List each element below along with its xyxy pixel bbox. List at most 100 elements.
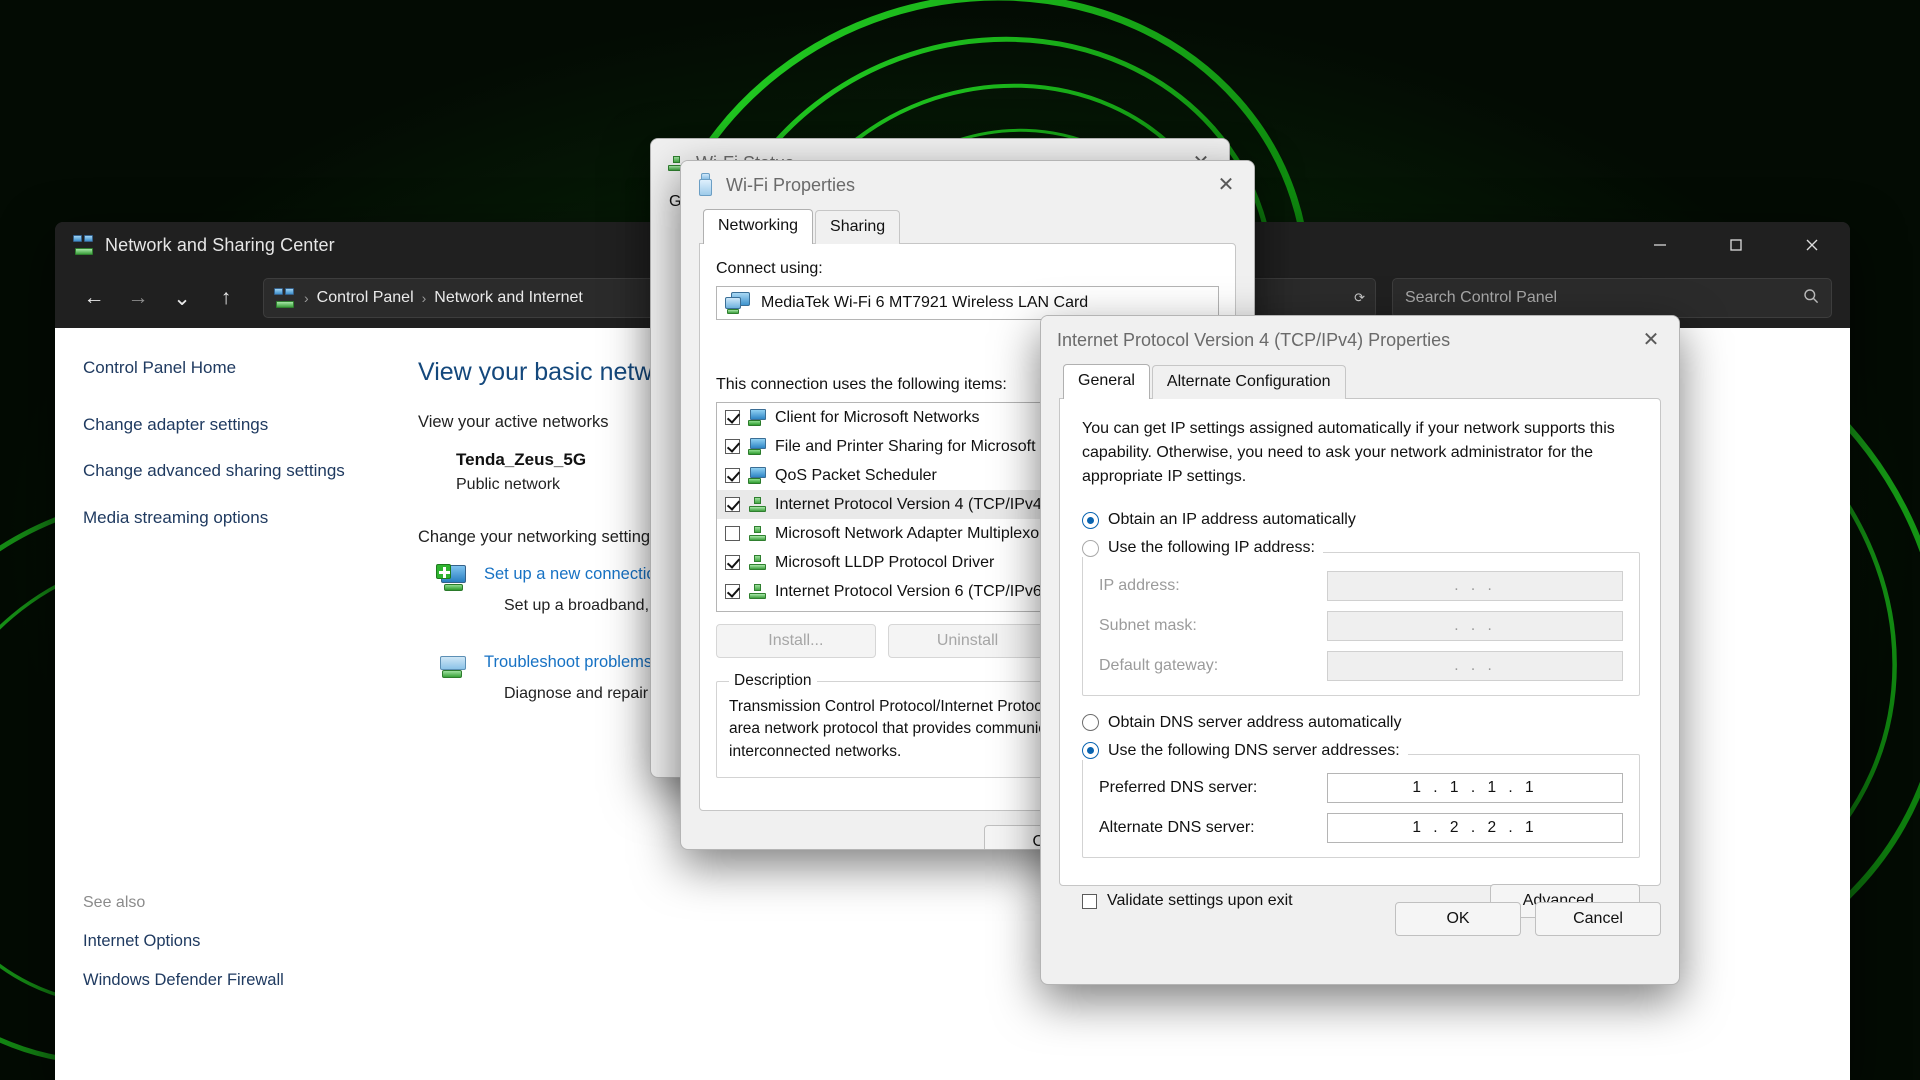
- tab-alternate-configuration[interactable]: Alternate Configuration: [1151, 365, 1346, 399]
- item-checkbox[interactable]: [725, 555, 740, 570]
- network-client-icon: [748, 409, 767, 426]
- see-also-item-windows-defender-firewall[interactable]: Windows Defender Firewall: [83, 971, 363, 990]
- window-title: Network and Sharing Center: [105, 234, 335, 255]
- search-icon[interactable]: [1803, 288, 1819, 309]
- preferred-dns-label: Preferred DNS server:: [1099, 779, 1258, 796]
- radio-indicator[interactable]: [1082, 511, 1099, 529]
- validate-settings-label: Validate settings upon exit: [1107, 892, 1293, 909]
- wifi-properties-close-button[interactable]: ✕: [1202, 161, 1250, 207]
- search-placeholder: Search Control Panel: [1405, 289, 1558, 306]
- ipv4-close-button[interactable]: ✕: [1627, 316, 1675, 362]
- sidebar: Control Panel Home Change adapter settin…: [55, 328, 390, 1080]
- alternate-dns-field[interactable]: 1 . 2 . 2 . 1: [1327, 813, 1623, 843]
- sidebar-item-change-adapter-settings[interactable]: Change adapter settings: [83, 413, 353, 438]
- close-button[interactable]: [1774, 222, 1850, 268]
- radio-indicator[interactable]: [1082, 714, 1099, 731]
- sidebar-item-change-advanced-sharing-settings[interactable]: Change advanced sharing settings: [83, 459, 353, 484]
- window-title-group: Network and Sharing Center: [55, 235, 335, 256]
- tab-networking[interactable]: Networking: [703, 209, 814, 244]
- control-panel-icon: [274, 288, 296, 308]
- default-gateway-label: Default gateway:: [1099, 656, 1219, 674]
- default-gateway-field[interactable]: . . .: [1327, 650, 1623, 681]
- see-also-item-internet-options[interactable]: Internet Options: [83, 932, 363, 951]
- back-button[interactable]: ←: [73, 277, 115, 319]
- manual-dns-groupbox: Preferred DNS server: 1 . 1 . 1 . 1 Alte…: [1082, 754, 1640, 858]
- radio-label: Use the following DNS server addresses:: [1108, 741, 1400, 759]
- ipv4-properties-dialog[interactable]: Internet Protocol Version 4 (TCP/IPv4) P…: [1040, 315, 1680, 985]
- radio-obtain-ip-automatically[interactable]: Obtain an IP address automatically: [1082, 511, 1640, 529]
- network-adapter-icon: [725, 292, 751, 314]
- radio-label: Obtain DNS server address automatically: [1108, 713, 1402, 731]
- install-button[interactable]: Install...: [716, 624, 876, 658]
- ipv4-titlebar[interactable]: Internet Protocol Version 4 (TCP/IPv4) P…: [1041, 316, 1679, 364]
- item-checkbox[interactable]: [725, 584, 740, 599]
- subnet-mask-field[interactable]: . . .: [1327, 610, 1623, 641]
- item-checkbox[interactable]: [725, 410, 740, 425]
- item-label: Internet Protocol Version 4 (TCP/IPv4): [775, 495, 1048, 513]
- radio-label: Use the following IP address:: [1108, 539, 1315, 556]
- see-also-section: See also Internet Options Windows Defend…: [83, 894, 363, 1010]
- item-label: QoS Packet Scheduler: [775, 466, 937, 484]
- search-input[interactable]: Search Control Panel: [1392, 278, 1832, 318]
- sidebar-item-media-streaming-options[interactable]: Media streaming options: [83, 506, 353, 531]
- radio-label: Obtain an IP address automatically: [1108, 511, 1356, 528]
- network-sharing-icon: [73, 235, 95, 255]
- ipv4-intro-text: You can get IP settings assigned automat…: [1082, 420, 1615, 485]
- adapter-name: MediaTek Wi-Fi 6 MT7921 Wireless LAN Car…: [761, 294, 1089, 311]
- ip-address-label: IP address:: [1099, 576, 1180, 594]
- item-label: Client for Microsoft Networks: [775, 408, 980, 426]
- item-checkbox[interactable]: [725, 526, 740, 541]
- network-protocol-icon: [748, 496, 767, 513]
- tab-sharing[interactable]: Sharing: [815, 210, 901, 244]
- validate-settings-checkbox[interactable]: [1082, 893, 1097, 909]
- wifi-properties-tabs[interactable]: Networking Sharing: [699, 209, 1236, 244]
- radio-obtain-dns-automatically[interactable]: Obtain DNS server address automatically: [1082, 714, 1640, 732]
- item-checkbox[interactable]: [725, 497, 740, 512]
- usb-adapter-icon: [697, 173, 714, 197]
- minimize-button[interactable]: [1622, 222, 1698, 268]
- breadcrumb-segment-control-panel[interactable]: Control Panel: [317, 289, 414, 307]
- radio-use-following-dns[interactable]: Use the following DNS server addresses:: [1082, 741, 1408, 760]
- wifi-properties-titlebar[interactable]: Wi-Fi Properties ✕: [681, 161, 1254, 209]
- ipv4-ok-button[interactable]: OK: [1395, 902, 1521, 936]
- ipv4-cancel-button[interactable]: Cancel: [1535, 902, 1661, 936]
- network-protocol-icon: [748, 525, 767, 542]
- item-checkbox[interactable]: [725, 468, 740, 483]
- item-checkbox[interactable]: [725, 439, 740, 454]
- network-service-icon: [748, 467, 767, 484]
- sidebar-item-control-panel-home[interactable]: Control Panel Home: [83, 356, 353, 381]
- see-also-heading: See also: [83, 894, 146, 911]
- radio-indicator[interactable]: [1082, 742, 1099, 759]
- refresh-icon[interactable]: ⟳: [1344, 290, 1365, 306]
- new-connection-icon: [436, 564, 468, 591]
- description-legend: Description: [734, 672, 812, 689]
- task-link-troubleshoot-problems[interactable]: Troubleshoot problems: [484, 653, 652, 672]
- radio-use-following-ip[interactable]: Use the following IP address:: [1082, 539, 1323, 557]
- validate-settings-checkbox-row[interactable]: Validate settings upon exit: [1082, 892, 1293, 910]
- alternate-dns-label: Alternate DNS server:: [1099, 819, 1255, 836]
- item-label: Internet Protocol Version 6 (TCP/IPv6): [775, 582, 1048, 600]
- network-protocol-icon: [748, 554, 767, 571]
- tab-general[interactable]: General: [1063, 364, 1150, 399]
- up-button[interactable]: ↑: [205, 277, 247, 319]
- network-service-icon: [748, 438, 767, 455]
- forward-button[interactable]: →: [117, 277, 159, 319]
- desktop: Network and Sharing Center ← → ⌄ ↑ › Con…: [0, 0, 1920, 1080]
- ipv4-tabs[interactable]: General Alternate Configuration: [1059, 364, 1661, 399]
- connect-using-label: Connect using:: [716, 260, 823, 277]
- recent-locations-button[interactable]: ⌄: [161, 277, 203, 319]
- ip-address-field[interactable]: . . .: [1327, 570, 1623, 601]
- wifi-properties-title: Wi-Fi Properties: [726, 174, 856, 195]
- maximize-button[interactable]: [1698, 222, 1774, 268]
- breadcrumb-segment-network-and-internet[interactable]: Network and Internet: [434, 289, 583, 307]
- network-protocol-icon: [748, 583, 767, 600]
- radio-indicator[interactable]: [1082, 539, 1099, 557]
- item-label: Microsoft LLDP Protocol Driver: [775, 553, 995, 571]
- preferred-dns-field[interactable]: 1 . 1 . 1 . 1: [1327, 773, 1623, 803]
- ipv4-title: Internet Protocol Version 4 (TCP/IPv4) P…: [1057, 329, 1451, 350]
- uninstall-button[interactable]: Uninstall: [887, 624, 1048, 658]
- window-controls[interactable]: [1622, 222, 1850, 268]
- manual-ip-groupbox: IP address: . . . Subnet mask: . . . Def…: [1082, 551, 1640, 696]
- general-tab-panel: You can get IP settings assigned automat…: [1059, 398, 1661, 918]
- breadcrumb-separator-0: ›: [304, 290, 309, 306]
